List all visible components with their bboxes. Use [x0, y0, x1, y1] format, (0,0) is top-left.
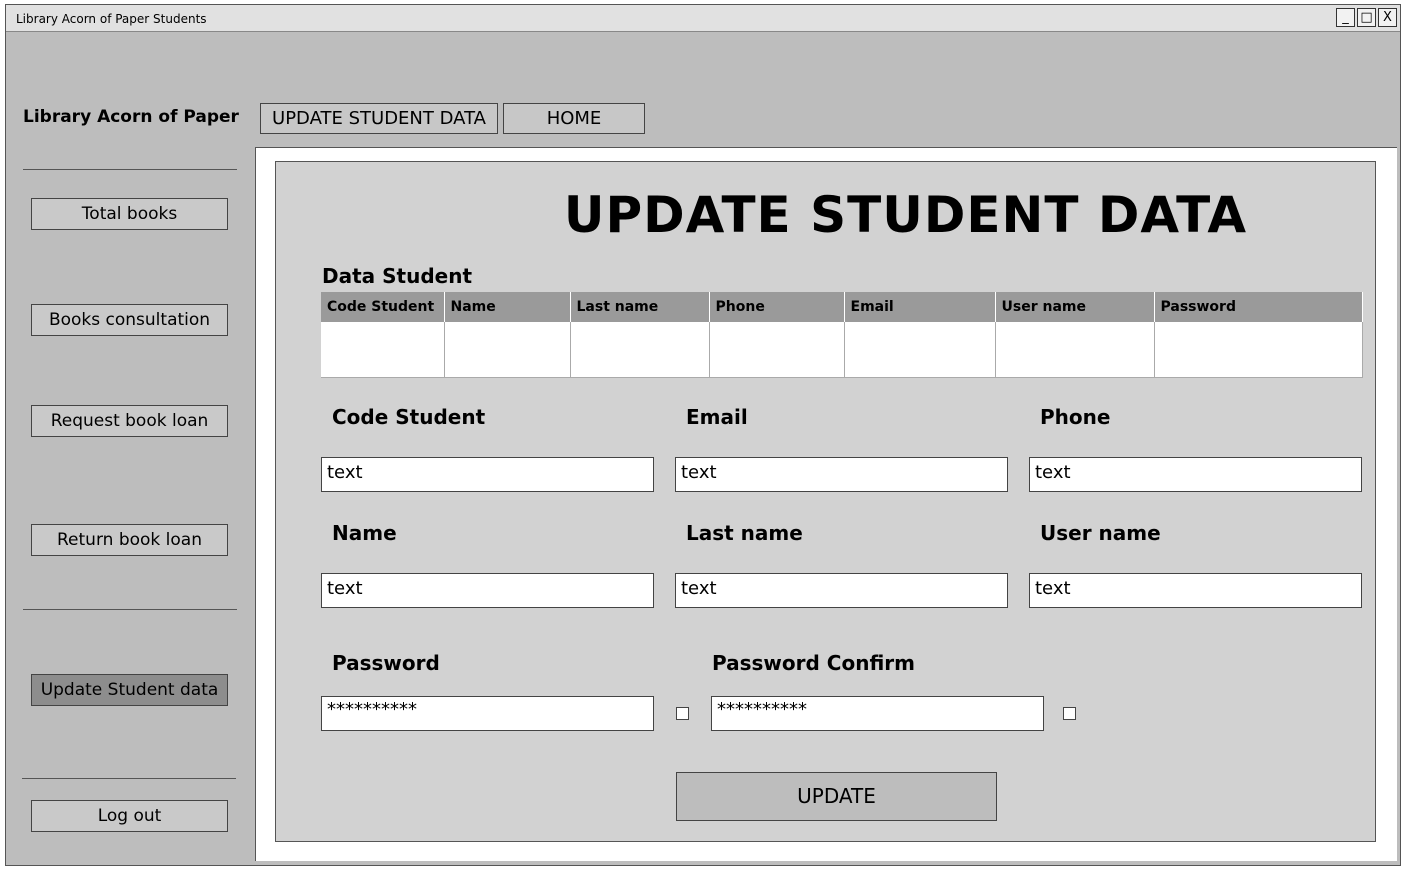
sidebar-item-books-consultation[interactable]: Books consultation [31, 304, 228, 336]
password-confirm-input[interactable]: ********** [711, 696, 1044, 731]
column-header[interactable]: Phone [709, 292, 845, 322]
table-cell[interactable] [321, 322, 445, 378]
table-cell[interactable] [844, 322, 996, 378]
last-name-input[interactable]: text [675, 573, 1008, 608]
page-title: UPDATE STUDENT DATA [563, 186, 1248, 244]
window-title: Library Acorn of Paper Students [16, 12, 207, 26]
app-logo-text: Library Acorn of Paper [23, 107, 239, 127]
phone-input[interactable]: text [1029, 457, 1362, 492]
table-cell[interactable] [570, 322, 710, 378]
name-label: Name [332, 521, 397, 545]
column-header[interactable]: Code Student [321, 292, 445, 322]
column-header[interactable]: Password [1154, 292, 1363, 322]
table-header-row: Code Student Name Last name Phone Email … [321, 292, 1363, 322]
column-header[interactable]: Last name [570, 292, 710, 322]
last-name-label: Last name [686, 521, 803, 545]
title-bar: Library Acorn of Paper Students _ □ X [6, 5, 1400, 32]
email-label: Email [686, 405, 748, 429]
table-row[interactable] [321, 322, 1363, 378]
password-input[interactable]: ********** [321, 696, 654, 731]
sidebar-divider [23, 609, 237, 610]
sidebar-item-total-books[interactable]: Total books [31, 198, 228, 230]
sidebar-item-request-book-loan[interactable]: Request book loan [31, 405, 228, 437]
table-cell[interactable] [995, 322, 1155, 378]
phone-label: Phone [1040, 405, 1111, 429]
minimize-icon[interactable]: _ [1336, 8, 1355, 27]
column-header[interactable]: Name [444, 292, 571, 322]
maximize-icon[interactable]: □ [1357, 8, 1376, 27]
sidebar-item-return-book-loan[interactable]: Return book loan [31, 524, 228, 556]
email-input[interactable]: text [675, 457, 1008, 492]
tab-update-student-data[interactable]: UPDATE STUDENT DATA [260, 103, 498, 134]
code-student-label: Code Student [332, 405, 486, 429]
close-icon[interactable]: X [1378, 8, 1397, 27]
window-controls: _ □ X [1336, 8, 1397, 27]
sidebar-divider [23, 169, 237, 170]
show-password-checkbox[interactable] [676, 707, 689, 720]
student-data-table: Code Student Name Last name Phone Email … [321, 292, 1363, 378]
column-header[interactable]: Email [844, 292, 996, 322]
update-button[interactable]: UPDATE [676, 772, 997, 821]
table-cell[interactable] [709, 322, 845, 378]
sidebar-divider [22, 778, 236, 779]
logout-button[interactable]: Log out [31, 800, 228, 832]
code-student-input[interactable]: text [321, 457, 654, 492]
user-name-label: User name [1040, 521, 1161, 545]
column-header[interactable]: User name [995, 292, 1155, 322]
table-cell[interactable] [444, 322, 571, 378]
show-password-confirm-checkbox[interactable] [1063, 707, 1076, 720]
update-student-panel: UPDATE STUDENT DATA Data Student Code St… [275, 161, 1376, 842]
user-name-input[interactable]: text [1029, 573, 1362, 608]
table-title: Data Student [322, 264, 472, 288]
sidebar-item-update-student-data[interactable]: Update Student data [31, 674, 228, 706]
password-confirm-label: Password Confirm [712, 651, 915, 675]
table-cell[interactable] [1154, 322, 1363, 378]
name-input[interactable]: text [321, 573, 654, 608]
tab-home[interactable]: HOME [503, 103, 645, 134]
password-label: Password [332, 651, 440, 675]
